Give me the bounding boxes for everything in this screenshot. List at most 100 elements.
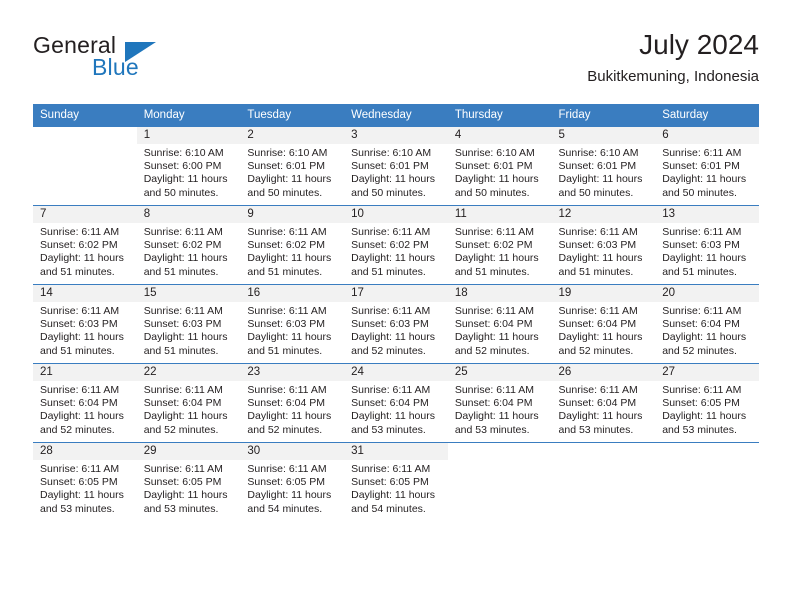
calendar-day-cell[interactable]: 9 Sunrise: 6:11 AM Sunset: 6:02 PM Daylight…: [240, 205, 345, 285]
day-cell-inner: 22 Sunrise: 6:11 AM Sunset: 6:04 PM Dayligh…: [136, 364, 241, 442]
calendar-day-cell[interactable]: 24 Sunrise: 6:11 AM Sunset: 6:04 PM Dayligh…: [344, 363, 448, 443]
calendar-header-row: Sunday Monday Tuesday Wednesday Thursday Frid…: [33, 104, 759, 127]
calendar-day-cell[interactable]: 14 Sunrise: 6:11 AM Sunset: 6:03 PM Dayligh…: [33, 284, 137, 364]
calendar-day-cell[interactable]: 5 Sunrise: 6:10 AM Sunset: 6:01 PM Daylight…: [551, 126, 656, 206]
logo-text-blue: Blue: [92, 54, 139, 80]
calendar-day-cell[interactable]: 26 Sunrise: 6:11 AM Sunset: 6:04 PM Dayligh…: [551, 363, 656, 443]
sunset-text: Sunset: 6:04 PM: [454, 397, 533, 410]
sunrise-text: Sunrise: 6:11 AM: [662, 226, 742, 238]
sunset-text: Sunset: 6:01 PM: [351, 160, 429, 173]
calendar-week-row: 7 Sunrise: 6:11 AM Sunset: 6:02 PM Daylight…: [33, 205, 759, 285]
day-cell-inner: 5 Sunrise: 6:10 AM Sunset: 6:01 PM Daylight…: [551, 127, 656, 205]
sunrise-text: Sunrise: 6:11 AM: [40, 463, 120, 475]
daylight-text-line2: and 52 minutes.: [454, 344, 530, 357]
daylight-text-line1: Daylight: 11 hours: [558, 173, 643, 186]
daylight-text-line1: Daylight: 11 hours: [247, 489, 332, 502]
calendar-day-cell[interactable]: 30 Sunrise: 6:11 AM Sunset: 6:05 PM Dayligh…: [240, 442, 345, 521]
daylight-text-line2: and 54 minutes.: [247, 502, 323, 515]
day-number: [33, 127, 137, 144]
day-cell-inner: 10 Sunrise: 6:11 AM Sunset: 6:02 PM Dayligh…: [344, 206, 448, 284]
sunrise-text: Sunrise: 6:10 AM: [247, 147, 328, 159]
page-location: Bukitkemuning, Indonesia: [587, 68, 759, 85]
sunrise-text: Sunrise: 6:11 AM: [351, 384, 431, 396]
calendar-day-cell[interactable]: 27 Sunrise: 6:11 AM Sunset: 6:05 PM Dayligh…: [655, 363, 759, 443]
daylight-text-line2: and 51 minutes.: [247, 344, 323, 357]
calendar-day-cell[interactable]: 17 Sunrise: 6:11 AM Sunset: 6:03 PM Dayligh…: [344, 284, 448, 364]
sunset-text: Sunset: 6:01 PM: [454, 160, 533, 173]
calendar-day-cell[interactable]: 29 Sunrise: 6:11 AM Sunset: 6:05 PM Dayligh…: [136, 442, 241, 521]
day-cell-inner: 20 Sunrise: 6:11 AM Sunset: 6:04 PM Dayligh…: [655, 285, 759, 363]
day-details: Sunrise: 6:11 AM Sunset: 6:04 PM Daylight:…: [552, 381, 656, 437]
calendar-day-cell[interactable]: 8 Sunrise: 6:11 AM Sunset: 6:02 PM Daylight…: [136, 205, 241, 285]
calendar-day-cell[interactable]: 15 Sunrise: 6:11 AM Sunset: 6:03 PM Dayligh…: [136, 284, 241, 364]
day-cell-inner: 12 Sunrise: 6:11 AM Sunset: 6:03 PM Dayligh…: [551, 206, 656, 284]
sunrise-text: Sunrise: 6:11 AM: [40, 384, 120, 396]
calendar-day-cell[interactable]: 3 Sunrise: 6:10 AM Sunset: 6:01 PM Daylight…: [344, 126, 448, 206]
sunset-text: Sunset: 6:04 PM: [40, 397, 118, 410]
general-blue-logo[interactable]: General Blue: [33, 32, 243, 88]
day-cell-inner: 11 Sunrise: 6:11 AM Sunset: 6:02 PM Dayligh…: [447, 206, 552, 284]
calendar-day-cell: [655, 442, 759, 521]
calendar-day-cell[interactable]: 10 Sunrise: 6:11 AM Sunset: 6:02 PM Dayligh…: [344, 205, 448, 285]
calendar-day-cell[interactable]: 12 Sunrise: 6:11 AM Sunset: 6:03 PM Dayligh…: [551, 205, 656, 285]
calendar-day-cell: [551, 442, 656, 521]
day-number: 13: [655, 206, 759, 223]
daylight-text-line2: and 51 minutes.: [247, 265, 323, 278]
calendar-day-cell[interactable]: 20 Sunrise: 6:11 AM Sunset: 6:04 PM Dayligh…: [655, 284, 759, 364]
calendar-week-row: 21 Sunrise: 6:11 AM Sunset: 6:04 PM Dayligh…: [33, 363, 759, 443]
daylight-text-line1: Daylight: 11 hours: [351, 173, 435, 186]
title-block: July 2024 Bukitkemuning, Indonesia: [587, 28, 759, 88]
sunset-text: Sunset: 6:05 PM: [662, 397, 740, 410]
calendar-day-cell[interactable]: 25 Sunrise: 6:11 AM Sunset: 6:04 PM Dayligh…: [447, 363, 552, 443]
calendar-day-cell[interactable]: 4 Sunrise: 6:10 AM Sunset: 6:01 PM Daylight…: [447, 126, 552, 206]
sunset-text: Sunset: 6:01 PM: [662, 160, 740, 173]
weekday-header-monday: Monday: [136, 104, 241, 127]
sunset-text: Sunset: 6:02 PM: [247, 239, 326, 252]
day-details: Sunrise: 6:11 AM Sunset: 6:03 PM Daylight:…: [344, 302, 448, 358]
sunset-text: Sunset: 6:03 PM: [558, 239, 637, 252]
day-details: Sunrise: 6:11 AM Sunset: 6:01 PM Daylight:…: [655, 144, 759, 200]
calendar-day-cell[interactable]: 23 Sunrise: 6:11 AM Sunset: 6:04 PM Dayligh…: [240, 363, 345, 443]
day-details: Sunrise: 6:11 AM Sunset: 6:05 PM Daylight:…: [240, 460, 344, 516]
day-number: 9: [240, 206, 345, 223]
daylight-text-line1: Daylight: 11 hours: [40, 410, 124, 423]
sunrise-text: Sunrise: 6:11 AM: [662, 384, 742, 396]
calendar-page: General Blue July 2024 Bukitkemuning, In…: [0, 0, 792, 612]
daylight-text-line2: and 50 minutes.: [351, 186, 426, 199]
calendar-day-cell[interactable]: 11 Sunrise: 6:11 AM Sunset: 6:02 PM Dayligh…: [447, 205, 552, 285]
calendar-day-cell[interactable]: 7 Sunrise: 6:11 AM Sunset: 6:02 PM Daylight…: [33, 205, 137, 285]
sunrise-text: Sunrise: 6:11 AM: [558, 384, 638, 396]
calendar-day-cell[interactable]: 31 Sunrise: 6:11 AM Sunset: 6:05 PM Dayligh…: [344, 442, 448, 521]
sunrise-text: Sunrise: 6:10 AM: [351, 147, 432, 159]
sunrise-text: Sunrise: 6:11 AM: [143, 463, 223, 475]
weekday-header-thursday: Thursday: [447, 104, 552, 127]
sunset-text: Sunset: 6:01 PM: [247, 160, 326, 173]
daylight-text-line1: Daylight: 11 hours: [454, 410, 539, 423]
daylight-text-line2: and 53 minutes.: [40, 502, 115, 515]
day-number: [655, 443, 759, 460]
calendar-day-cell[interactable]: 2 Sunrise: 6:10 AM Sunset: 6:01 PM Daylight…: [240, 126, 345, 206]
daylight-text-line1: Daylight: 11 hours: [662, 173, 747, 186]
day-number: 31: [344, 443, 448, 460]
day-details: Sunrise: 6:10 AM Sunset: 6:00 PM Daylight:…: [137, 144, 241, 200]
day-number: 21: [33, 364, 137, 381]
sunset-text: Sunset: 6:05 PM: [143, 476, 222, 489]
day-details: Sunrise: 6:11 AM Sunset: 6:03 PM Daylight:…: [552, 223, 656, 279]
calendar-day-cell[interactable]: 21 Sunrise: 6:11 AM Sunset: 6:04 PM Dayligh…: [33, 363, 137, 443]
day-number: 3: [344, 127, 448, 144]
sunrise-text: Sunrise: 6:10 AM: [558, 147, 639, 159]
calendar-day-cell[interactable]: 16 Sunrise: 6:11 AM Sunset: 6:03 PM Dayligh…: [240, 284, 345, 364]
calendar-day-cell[interactable]: 1 Sunrise: 6:10 AM Sunset: 6:00 PM Daylight…: [136, 126, 241, 206]
calendar-day-cell[interactable]: 13 Sunrise: 6:11 AM Sunset: 6:03 PM Dayligh…: [655, 205, 759, 285]
calendar-day-cell[interactable]: 6 Sunrise: 6:11 AM Sunset: 6:01 PM Daylight…: [655, 126, 759, 206]
calendar-day-cell[interactable]: 19 Sunrise: 6:11 AM Sunset: 6:04 PM Dayligh…: [551, 284, 656, 364]
sunset-text: Sunset: 6:01 PM: [558, 160, 637, 173]
calendar-day-cell[interactable]: 18 Sunrise: 6:11 AM Sunset: 6:04 PM Dayligh…: [447, 284, 552, 364]
daylight-text-line2: and 53 minutes.: [143, 502, 219, 515]
calendar-day-cell[interactable]: 28 Sunrise: 6:11 AM Sunset: 6:05 PM Dayligh…: [33, 442, 137, 521]
sunrise-text: Sunrise: 6:11 AM: [351, 305, 431, 317]
day-cell-inner: 6 Sunrise: 6:11 AM Sunset: 6:01 PM Daylight…: [655, 127, 759, 205]
calendar-day-cell: [33, 126, 137, 206]
calendar-day-cell[interactable]: 22 Sunrise: 6:11 AM Sunset: 6:04 PM Dayligh…: [136, 363, 241, 443]
daylight-text-line1: Daylight: 11 hours: [40, 331, 124, 344]
